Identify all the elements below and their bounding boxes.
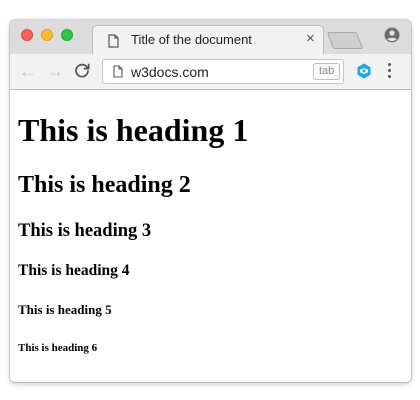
document-icon <box>108 34 119 53</box>
page-icon <box>113 65 123 83</box>
tab-search-hint: tab <box>313 63 341 80</box>
reload-icon[interactable] <box>72 62 92 82</box>
page-content: This is heading 1 This is heading 2 This… <box>10 91 411 382</box>
close-window-button[interactable] <box>21 29 33 41</box>
forward-button[interactable]: → <box>45 61 65 81</box>
address-bar[interactable]: w3docs.com tab <box>102 59 344 84</box>
maximize-window-button[interactable] <box>61 29 73 41</box>
back-button[interactable]: ← <box>18 61 38 81</box>
tab-title: Title of the document <box>131 32 252 47</box>
title-bar: Title of the document × <box>10 20 411 55</box>
heading-2: This is heading 2 <box>18 172 191 198</box>
heading-4: This is heading 4 <box>18 262 130 279</box>
heading-6: This is heading 6 <box>18 342 98 354</box>
heading-1: This is heading 1 <box>18 112 249 148</box>
heading-5: This is heading 5 <box>18 302 112 317</box>
tab-close-icon[interactable]: × <box>306 30 315 48</box>
heading-3: This is heading 3 <box>18 221 152 241</box>
new-tab-button[interactable] <box>326 32 364 49</box>
profile-icon[interactable] <box>384 27 400 48</box>
browser-window: Title of the document × ← → w3docs.com t… <box>10 20 411 382</box>
extension-icon[interactable] <box>356 63 372 84</box>
menu-icon[interactable] <box>384 63 394 81</box>
tab-active[interactable]: Title of the document × <box>92 25 324 55</box>
minimize-window-button[interactable] <box>41 29 53 41</box>
url-text: w3docs.com <box>131 64 209 80</box>
browser-toolbar: ← → w3docs.com tab <box>10 54 411 90</box>
